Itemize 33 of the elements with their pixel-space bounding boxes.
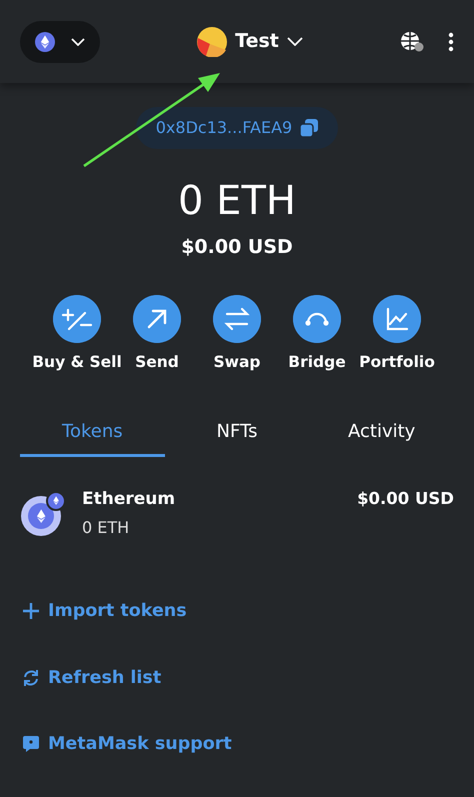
buy-sell-icon bbox=[53, 294, 101, 342]
swap-icon bbox=[213, 294, 261, 342]
ethereum-icon bbox=[35, 32, 55, 52]
refresh-icon bbox=[22, 668, 40, 687]
support-link[interactable]: MetaMask support bbox=[22, 730, 232, 757]
chevron-down-icon bbox=[286, 37, 303, 46]
globe-icon[interactable] bbox=[400, 30, 424, 52]
chevron-down-icon bbox=[71, 38, 85, 46]
swap-action-button[interactable]: Swap bbox=[197, 294, 277, 374]
network-selector[interactable] bbox=[20, 20, 100, 62]
tab[interactable]: NFTs bbox=[164, 412, 310, 457]
refresh-link[interactable]: Refresh list bbox=[22, 664, 162, 691]
balance-amount: 0 ETH bbox=[178, 181, 296, 221]
ethereum-token-icon bbox=[20, 490, 66, 536]
token-amount: 0 ETH bbox=[82, 517, 130, 540]
address-copy-button[interactable]: 0x8Dc13...FAEA9 bbox=[136, 107, 338, 149]
account-selector[interactable]: Test bbox=[191, 26, 309, 58]
send-icon bbox=[133, 294, 181, 342]
more-menu-icon[interactable] bbox=[448, 32, 454, 52]
portfolio-icon bbox=[373, 294, 421, 342]
token-value: $0.00 USD bbox=[357, 488, 454, 510]
account-avatar-icon bbox=[197, 26, 228, 56]
bridge-action-button[interactable]: Bridge bbox=[277, 294, 357, 374]
portfolio-action-button[interactable]: Portfolio bbox=[357, 294, 437, 374]
support-icon bbox=[22, 734, 40, 753]
import-link[interactable]: Import tokens bbox=[22, 598, 187, 624]
tab[interactable]: Tokens bbox=[20, 412, 165, 457]
tab[interactable]: Activity bbox=[309, 412, 454, 457]
balance-fiat: $0.00 USD bbox=[181, 235, 293, 260]
copy-icon bbox=[300, 119, 318, 137]
import-icon bbox=[22, 602, 40, 620]
token-name: Ethereum bbox=[82, 488, 176, 511]
bridge-icon bbox=[293, 294, 341, 342]
